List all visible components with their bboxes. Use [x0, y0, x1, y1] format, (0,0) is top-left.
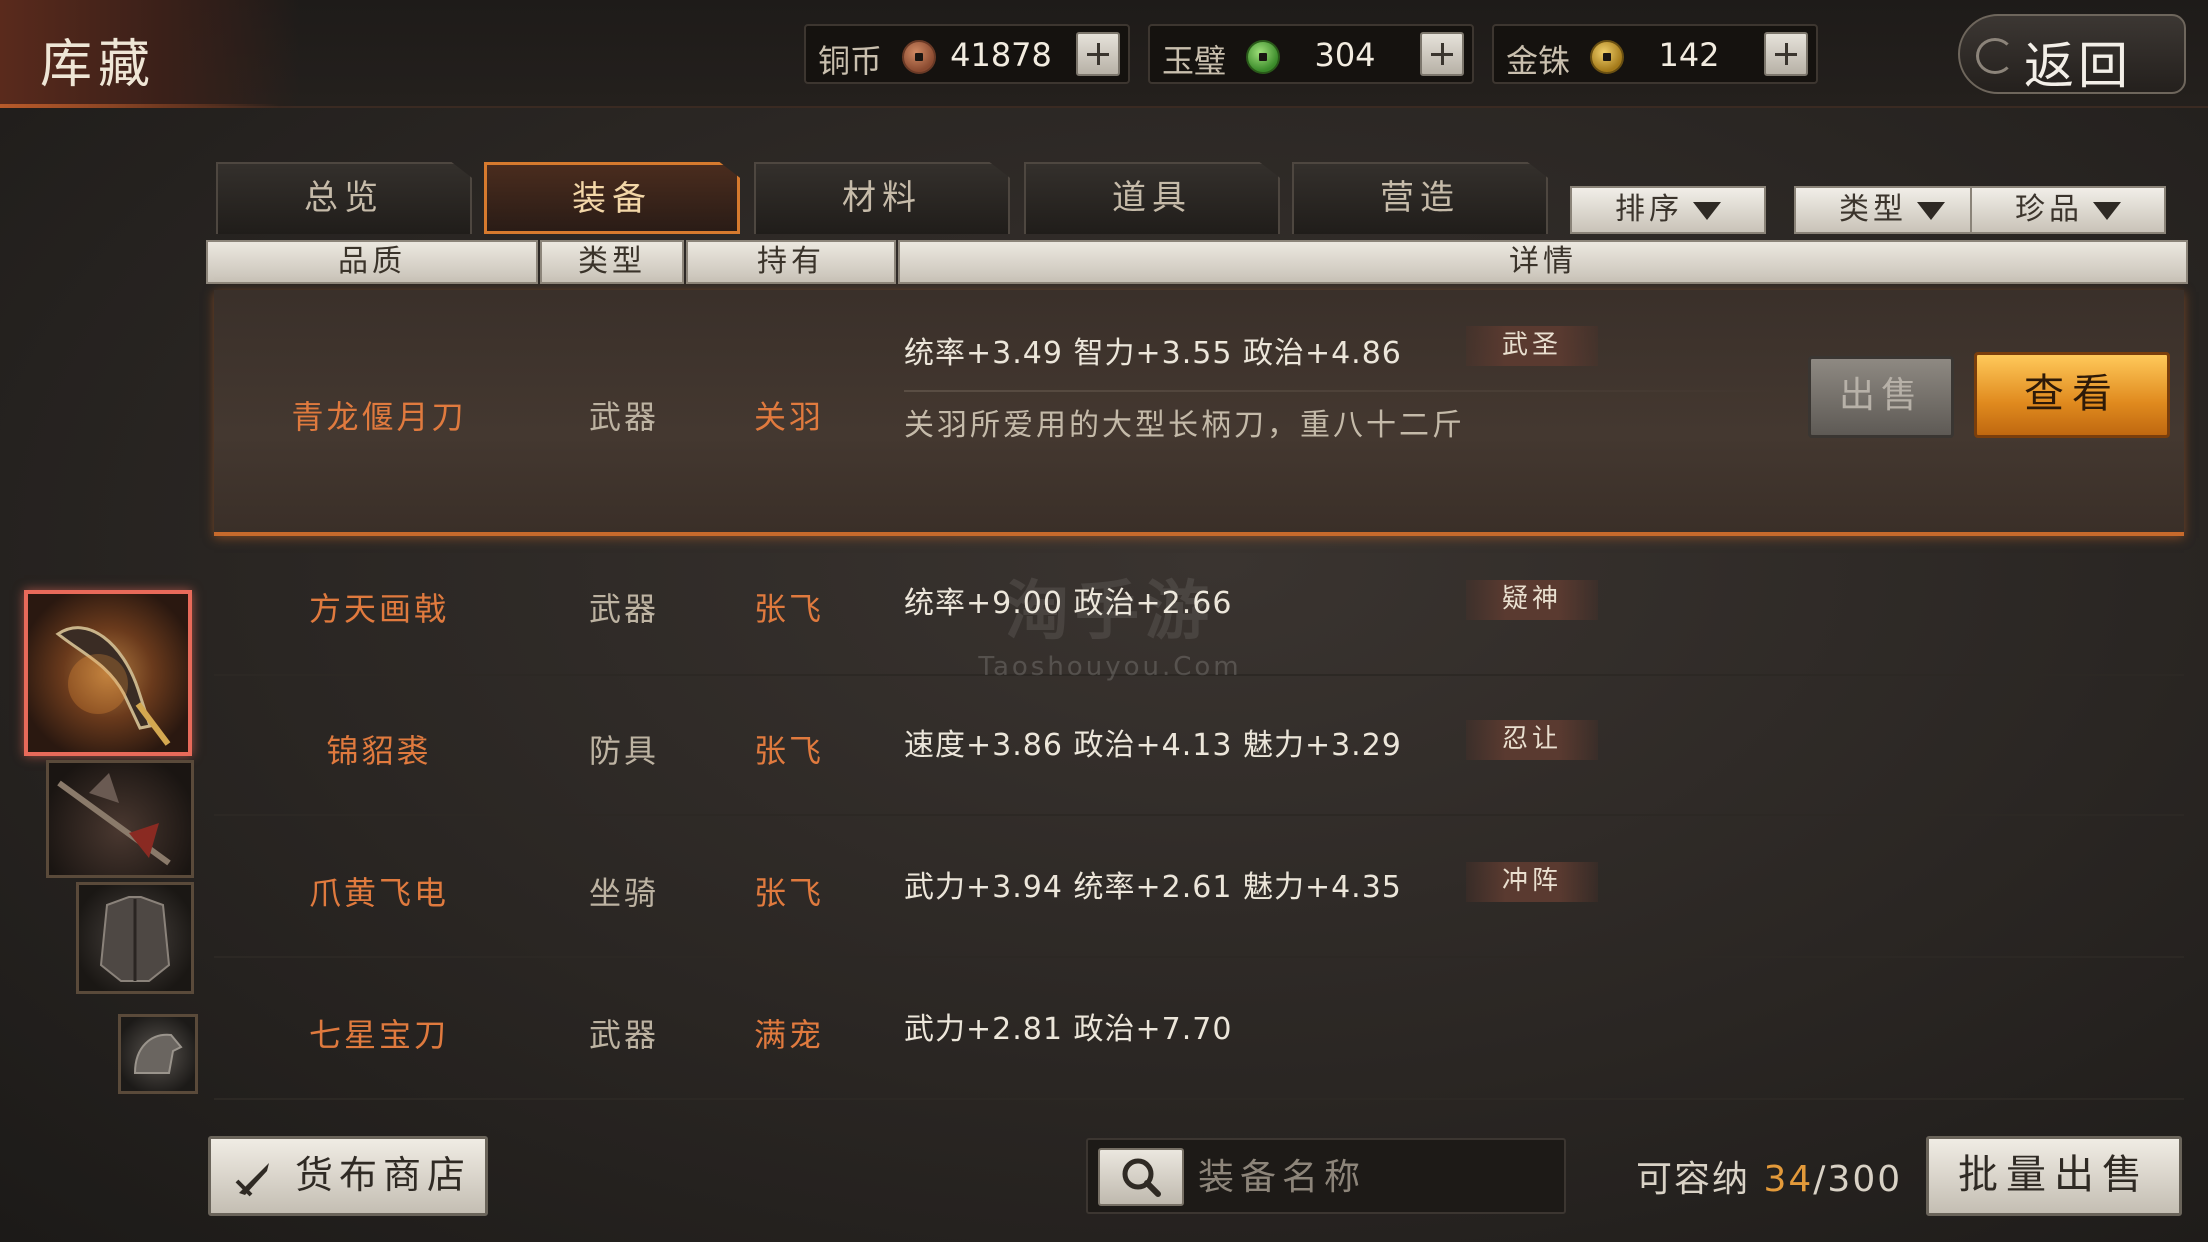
fur-coat-icon [99, 896, 171, 982]
search-input[interactable] [1198, 1148, 1548, 1206]
item-name: 七星宝刀 [308, 1016, 449, 1054]
tab-construction[interactable]: 营造 [1292, 162, 1548, 234]
currency-shop-button[interactable]: 货布商店 [208, 1136, 488, 1216]
table-row[interactable]: 方天画戟 武器 张飞 统率+9.00 政治+2.66 疑神 [214, 540, 2184, 676]
item-thumbnail-selected[interactable] [24, 590, 192, 756]
item-owner: 张飞 [753, 874, 824, 912]
chevron-down-icon [1917, 201, 1945, 220]
column-header-type[interactable]: 类型 [540, 240, 684, 284]
tab-materials[interactable]: 材料 [754, 162, 1010, 234]
item-type: 武器 [588, 590, 659, 628]
table-row[interactable]: 爪黄飞电 坐骑 张飞 武力+3.94 统率+2.61 魅力+4.35 冲阵 [214, 822, 2184, 958]
item-tag: 武圣 [1466, 326, 1598, 366]
item-tag: 疑神 [1466, 580, 1598, 620]
item-stats: 速度+3.86 政治+4.13 魅力+3.29 [904, 728, 1402, 763]
halberd-icon [57, 773, 171, 866]
item-stats: 武力+2.81 政治+7.70 [904, 1012, 1233, 1047]
item-thumbnail[interactable] [118, 1014, 198, 1094]
tab-items[interactable]: 道具 [1024, 162, 1280, 234]
column-header-quality[interactable]: 品质 [206, 240, 538, 284]
shop-label: 货布商店 [295, 1153, 472, 1197]
sort-dropdown[interactable]: 排序 [1570, 186, 1766, 234]
item-stats: 统率+3.49 智力+3.55 政治+4.86 [904, 336, 1402, 371]
tab-equipment[interactable]: 装备 [484, 162, 740, 234]
item-owner: 张飞 [753, 590, 824, 628]
capacity-used: 34 [1763, 1159, 1814, 1200]
scroll-ornament-icon [1976, 38, 2014, 74]
rarity-dropdown[interactable]: 珍品 [1970, 186, 2166, 234]
column-header-detail: 详情 [898, 240, 2188, 284]
item-owner: 关羽 [753, 398, 824, 436]
batch-sell-button[interactable]: 批量出售 [1926, 1136, 2182, 1216]
back-label: 返回 [2024, 37, 2132, 95]
currency-value: 41878 [950, 36, 1052, 74]
item-thumbnail[interactable] [76, 882, 194, 994]
capacity-indicator: 可容纳 34/300 [1636, 1150, 1902, 1202]
equipment-list: 青龙偃月刀 武器 关羽 统率+3.49 智力+3.55 政治+4.86 武圣 关… [214, 290, 2184, 1110]
item-name: 锦貂裘 [326, 732, 432, 770]
item-tag: 冲阵 [1466, 862, 1598, 902]
item-owner: 满宠 [753, 1016, 824, 1054]
capacity-total: /300 [1813, 1159, 1903, 1200]
gold-coin-icon [1590, 40, 1624, 74]
divider [904, 390, 1784, 392]
back-button[interactable]: 返回 [1958, 14, 2186, 95]
page-title: 库藏 [40, 35, 157, 95]
add-jade-button[interactable] [1420, 32, 1464, 76]
copper-coin-icon [902, 40, 936, 74]
item-stats: 统率+9.00 政治+2.66 [904, 586, 1233, 621]
currency-label: 玉璧 [1162, 42, 1227, 80]
table-row-selected[interactable]: 青龙偃月刀 武器 关羽 统率+3.49 智力+3.55 政治+4.86 武圣 关… [214, 290, 2184, 536]
item-type: 武器 [588, 1016, 659, 1054]
currency-value: 142 [1658, 36, 1720, 74]
currency-jade: 玉璧 304 [1148, 24, 1474, 84]
currency-value: 304 [1314, 36, 1376, 74]
item-type: 防具 [588, 732, 659, 770]
table-row[interactable]: 锦貂裘 防具 张飞 速度+3.86 政治+4.13 魅力+3.29 忍让 [214, 680, 2184, 816]
add-gold-button[interactable] [1764, 32, 1808, 76]
glaive-icon [55, 626, 171, 746]
sort-label: 排序 [1615, 192, 1683, 227]
chevron-down-icon [2093, 201, 2121, 220]
tab-overview[interactable]: 总览 [216, 162, 472, 234]
column-header-owner[interactable]: 持有 [686, 240, 896, 284]
item-type: 坐骑 [588, 874, 659, 912]
search-icon [1122, 1158, 1161, 1197]
view-button[interactable]: 查看 [1974, 352, 2170, 438]
currency-label: 金铢 [1506, 42, 1571, 80]
item-owner: 张飞 [753, 732, 824, 770]
sword-icon [235, 1163, 269, 1197]
type-label: 类型 [1839, 192, 1907, 227]
currency-label: 铜币 [818, 42, 883, 80]
top-bar: 库藏 铜币 41878 玉璧 304 金铢 142 返回 [0, 0, 2208, 108]
jade-coin-icon [1246, 40, 1280, 74]
rarity-label: 珍品 [2015, 192, 2083, 227]
add-copper-button[interactable] [1076, 32, 1120, 76]
item-type: 武器 [588, 398, 659, 436]
item-name: 爪黄飞电 [308, 874, 449, 912]
search-bar [1086, 1138, 1566, 1214]
title-area: 库藏 [0, 0, 300, 108]
table-row[interactable]: 七星宝刀 武器 满宠 武力+2.81 政治+7.70 [214, 964, 2184, 1100]
chevron-down-icon [1693, 201, 1721, 220]
item-tag: 忍让 [1466, 720, 1598, 760]
horse-icon [133, 1033, 183, 1074]
item-thumbnail[interactable] [46, 760, 194, 878]
currency-gold: 金铢 142 [1492, 24, 1818, 84]
currency-copper: 铜币 41878 [804, 24, 1130, 84]
item-name: 青龙偃月刀 [291, 398, 467, 436]
item-description: 关羽所爱用的大型长柄刀，重八十二斤 [904, 408, 1465, 443]
type-dropdown[interactable]: 类型 [1794, 186, 1990, 234]
item-stats: 武力+3.94 统率+2.61 魅力+4.35 [904, 870, 1402, 905]
item-name: 方天画戟 [308, 590, 449, 628]
search-button[interactable] [1098, 1148, 1184, 1206]
capacity-label: 可容纳 [1636, 1159, 1751, 1200]
sell-button[interactable]: 出售 [1808, 356, 1954, 438]
